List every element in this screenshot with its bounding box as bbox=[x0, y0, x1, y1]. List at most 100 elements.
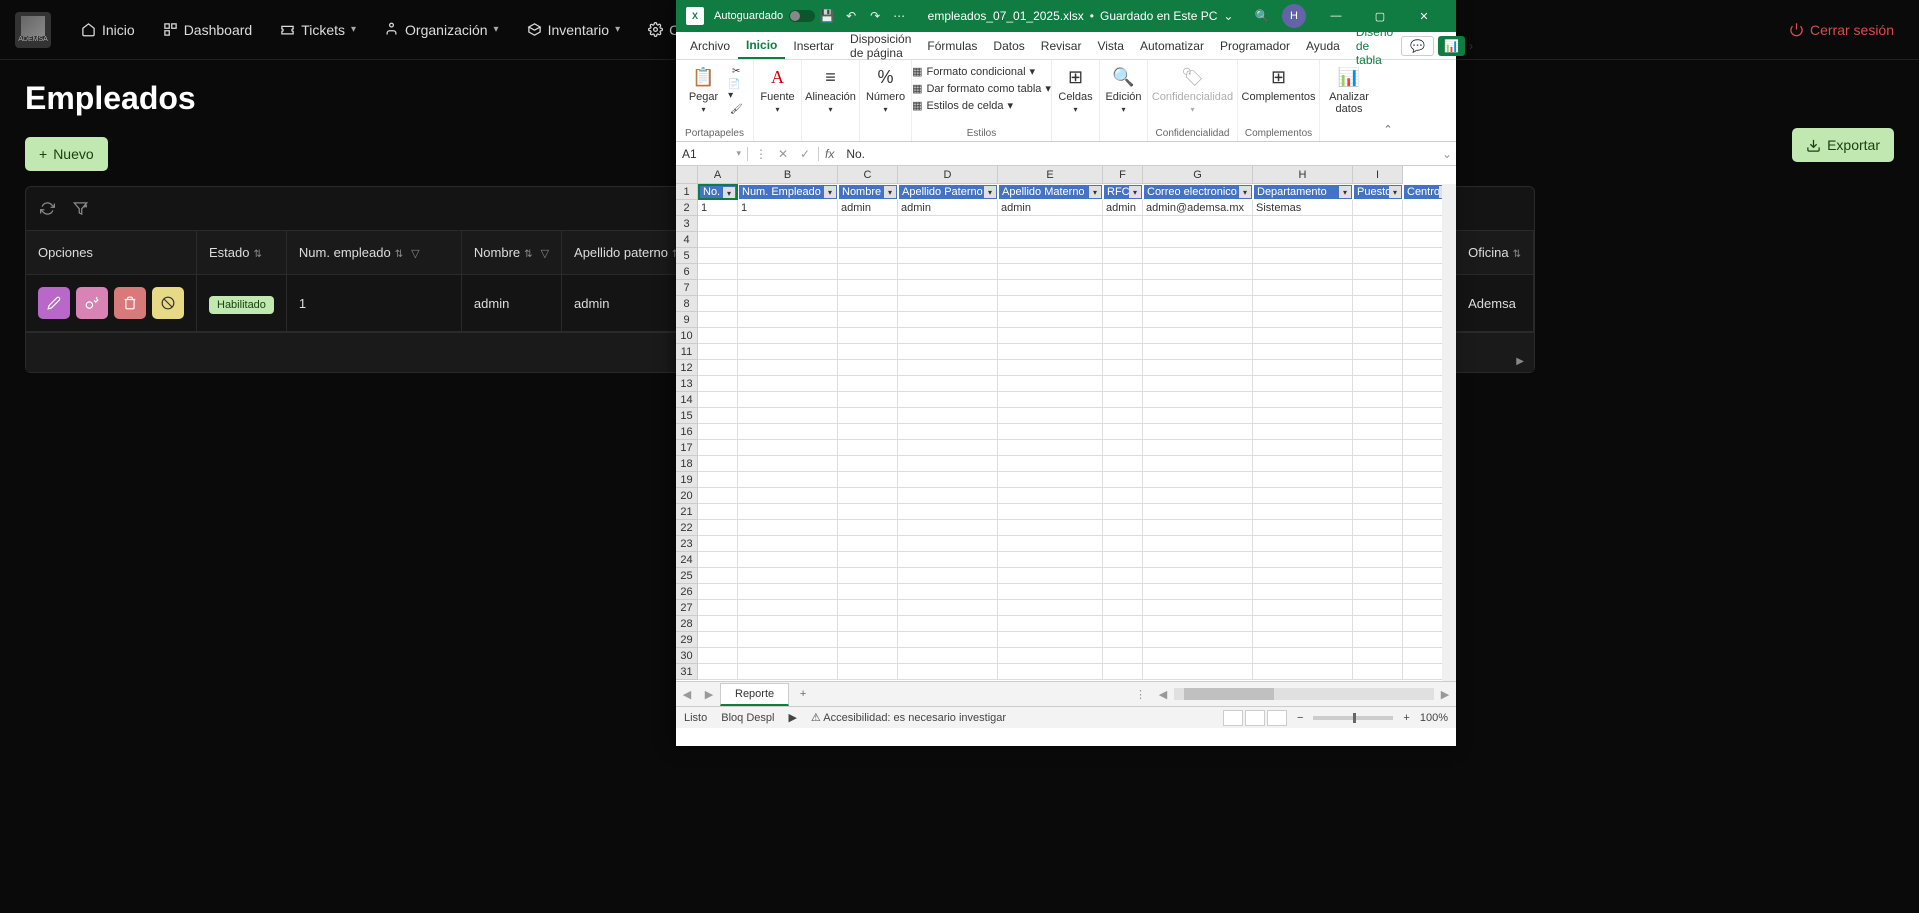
grid-cell[interactable] bbox=[698, 312, 738, 328]
grid-cell[interactable] bbox=[1253, 632, 1353, 648]
grid-cell[interactable] bbox=[898, 456, 998, 472]
grid-cell[interactable] bbox=[1353, 504, 1403, 520]
col-header[interactable]: C bbox=[838, 166, 898, 184]
grid-cell[interactable] bbox=[898, 664, 998, 680]
tab-insertar[interactable]: Insertar bbox=[785, 34, 842, 58]
grid-cell[interactable]: admin bbox=[998, 200, 1103, 216]
grid-cell[interactable] bbox=[698, 648, 738, 664]
analizar-datos-button[interactable]: 📊 Analizar datos bbox=[1325, 63, 1373, 117]
grid-cell[interactable] bbox=[1253, 456, 1353, 472]
grid-cell[interactable] bbox=[838, 536, 898, 552]
grid-cell[interactable] bbox=[1143, 456, 1253, 472]
grid-cell[interactable] bbox=[1353, 328, 1403, 344]
grid-cell[interactable] bbox=[1143, 520, 1253, 536]
grid-cell[interactable] bbox=[1103, 600, 1143, 616]
row-header[interactable]: 23 bbox=[676, 536, 698, 552]
formula-input[interactable]: No. bbox=[840, 147, 1438, 161]
row-header[interactable]: 10 bbox=[676, 328, 698, 344]
view-page-break-button[interactable] bbox=[1267, 710, 1287, 726]
grid-cell[interactable] bbox=[1103, 264, 1143, 280]
fb-dropdown[interactable]: ⋮ bbox=[752, 147, 770, 161]
grid-cell[interactable] bbox=[998, 504, 1103, 520]
grid-cell[interactable] bbox=[898, 616, 998, 632]
grid-cell[interactable]: Nombre▾ bbox=[838, 184, 898, 200]
row-header[interactable]: 16 bbox=[676, 424, 698, 440]
row-header[interactable]: 31 bbox=[676, 664, 698, 680]
grid-cell[interactable] bbox=[1143, 312, 1253, 328]
row-header[interactable]: 21 bbox=[676, 504, 698, 520]
grid-cell[interactable]: Num. Empleado▾ bbox=[738, 184, 838, 200]
grid-cell[interactable] bbox=[1143, 600, 1253, 616]
grid-cell[interactable] bbox=[898, 296, 998, 312]
share-button[interactable]: 📊 bbox=[1438, 36, 1465, 56]
collapse-ribbon-icon[interactable]: ⌃ bbox=[1378, 60, 1398, 141]
grid-cell[interactable] bbox=[738, 568, 838, 584]
col-header[interactable]: I bbox=[1353, 166, 1403, 184]
copy-icon[interactable]: 📄▾ bbox=[728, 82, 744, 98]
zoom-slider[interactable] bbox=[1313, 716, 1393, 720]
col-estado[interactable]: Estado⇅ bbox=[197, 231, 287, 275]
grid-cell[interactable] bbox=[698, 328, 738, 344]
grid-cell[interactable] bbox=[1103, 584, 1143, 600]
grid-cell[interactable] bbox=[838, 296, 898, 312]
grid-cell[interactable] bbox=[898, 408, 998, 424]
grid-cell[interactable] bbox=[698, 216, 738, 232]
grid-cell[interactable] bbox=[698, 456, 738, 472]
grid-cell[interactable] bbox=[698, 504, 738, 520]
grid-cell[interactable] bbox=[998, 360, 1103, 376]
grid-cell[interactable] bbox=[698, 344, 738, 360]
grid-cell[interactable] bbox=[738, 632, 838, 648]
grid-cell[interactable] bbox=[1353, 440, 1403, 456]
grid-cell[interactable] bbox=[1253, 408, 1353, 424]
grid-cell[interactable] bbox=[1143, 344, 1253, 360]
row-header[interactable]: 9 bbox=[676, 312, 698, 328]
grid-cell[interactable] bbox=[1353, 360, 1403, 376]
grid-cell[interactable] bbox=[998, 328, 1103, 344]
grid-cell[interactable] bbox=[738, 456, 838, 472]
vertical-scrollbar[interactable] bbox=[1442, 184, 1456, 681]
grid-cell[interactable] bbox=[998, 456, 1103, 472]
grid-cell[interactable] bbox=[1143, 648, 1253, 664]
filter-dropdown-icon[interactable]: ▾ bbox=[723, 187, 735, 199]
grid-cell[interactable] bbox=[1253, 664, 1353, 680]
grid-cell[interactable] bbox=[1253, 536, 1353, 552]
grid-cell[interactable] bbox=[838, 216, 898, 232]
grid-cell[interactable] bbox=[738, 360, 838, 376]
grid-cell[interactable] bbox=[698, 520, 738, 536]
grid-cell[interactable] bbox=[998, 280, 1103, 296]
grid-cell[interactable] bbox=[1353, 456, 1403, 472]
grid-cell[interactable] bbox=[738, 248, 838, 264]
confidencialidad-button[interactable]: 🏷 Confidencialidad ▾ bbox=[1148, 63, 1237, 116]
filter-dropdown-icon[interactable]: ▾ bbox=[1239, 186, 1251, 198]
qat-dropdown-icon[interactable]: ⋯ bbox=[891, 8, 907, 24]
view-page-layout-button[interactable] bbox=[1245, 710, 1265, 726]
grid-cell[interactable] bbox=[1103, 408, 1143, 424]
logout-button[interactable]: Cerrar sesión bbox=[1779, 16, 1904, 44]
expand-formula-icon[interactable]: ⌄ bbox=[1438, 147, 1456, 161]
grid-cell[interactable] bbox=[1353, 232, 1403, 248]
col-header[interactable]: D bbox=[898, 166, 998, 184]
logo[interactable]: ADEMSA bbox=[15, 12, 51, 48]
view-normal-button[interactable] bbox=[1223, 710, 1243, 726]
estilos-celda-button[interactable]: ▦Estilos de celda▾ bbox=[912, 99, 1013, 112]
row-header[interactable]: 17 bbox=[676, 440, 698, 456]
grid-cell[interactable] bbox=[898, 248, 998, 264]
col-header[interactable]: H bbox=[1253, 166, 1353, 184]
grid-cell[interactable] bbox=[1143, 616, 1253, 632]
grid-cell[interactable] bbox=[998, 264, 1103, 280]
grid-cell[interactable] bbox=[1353, 424, 1403, 440]
grid-cell[interactable] bbox=[1253, 488, 1353, 504]
alineacion-button[interactable]: ≡ Alineación ▾ bbox=[801, 63, 860, 116]
grid-cell[interactable] bbox=[1103, 632, 1143, 648]
grid-cell[interactable] bbox=[1103, 232, 1143, 248]
nav-inicio[interactable]: Inicio bbox=[71, 16, 145, 44]
grid-cell[interactable] bbox=[838, 440, 898, 456]
sheet-options[interactable]: ⋮ bbox=[1129, 688, 1152, 701]
grid-cell[interactable] bbox=[738, 600, 838, 616]
grid-cell[interactable] bbox=[898, 632, 998, 648]
grid-cell[interactable] bbox=[1353, 248, 1403, 264]
filter-icon[interactable]: ▽ bbox=[541, 248, 549, 260]
grid-cell[interactable] bbox=[738, 552, 838, 568]
grid-cell[interactable] bbox=[1103, 344, 1143, 360]
celdas-button[interactable]: ⊞ Celdas ▾ bbox=[1054, 63, 1096, 116]
